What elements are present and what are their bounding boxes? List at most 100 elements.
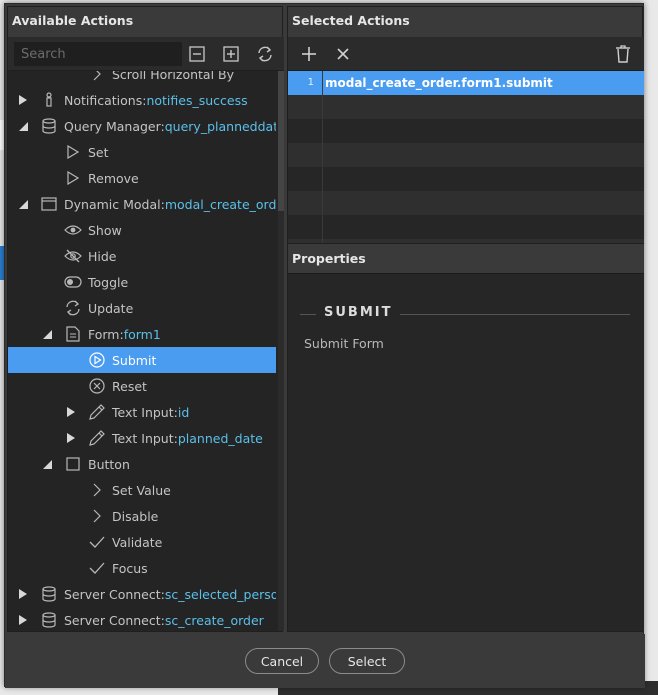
line-number: 1 bbox=[307, 77, 314, 88]
caret-down-icon[interactable] bbox=[40, 327, 54, 341]
tree-item-value: query_planneddate bbox=[164, 118, 276, 134]
chevron-right-icon bbox=[88, 507, 106, 525]
database-icon bbox=[40, 585, 58, 603]
refresh-icon[interactable] bbox=[256, 45, 274, 63]
tree-item[interactable]: Toggle bbox=[8, 269, 276, 295]
caret-right-icon[interactable] bbox=[16, 587, 30, 601]
tree-item-value: form1 bbox=[123, 326, 161, 342]
expand-all-icon[interactable] bbox=[222, 45, 240, 63]
properties-title: Properties bbox=[288, 243, 644, 273]
caret-right-icon[interactable] bbox=[64, 431, 78, 445]
search-input[interactable] bbox=[14, 42, 182, 66]
action-picker-dialog: Available Actions Scroll Horizontal By No… bbox=[4, 3, 645, 688]
tree-item-value: modal_create_order bbox=[164, 196, 276, 212]
available-actions-title: Available Actions bbox=[8, 7, 282, 37]
empty-row bbox=[288, 95, 644, 119]
properties-description: Submit Form bbox=[304, 336, 384, 351]
tree-item-label: Disable bbox=[112, 508, 159, 524]
tree-item[interactable]: Disable bbox=[8, 503, 276, 529]
modal-icon bbox=[40, 195, 58, 213]
selected-actions-pane: Selected Actions 1 modal_create_order.for… bbox=[287, 6, 644, 632]
tree-item-label: Set bbox=[88, 144, 109, 160]
caret-right-icon[interactable] bbox=[16, 93, 30, 107]
add-icon[interactable] bbox=[300, 45, 318, 63]
tree-item[interactable]: Remove bbox=[8, 165, 276, 191]
tree-item-label: Text Input: bbox=[112, 430, 178, 446]
tree-item[interactable]: Set Value bbox=[8, 477, 276, 503]
pencil-icon bbox=[88, 429, 106, 447]
close-circle-icon bbox=[88, 377, 106, 395]
tree-item[interactable]: Text Input: id bbox=[8, 399, 276, 425]
dialog-footer: Cancel Select bbox=[5, 634, 645, 688]
tree-item[interactable]: Text Input: planned_date bbox=[8, 425, 276, 451]
tree-item[interactable]: Reset bbox=[8, 373, 276, 399]
tree-item[interactable]: Set bbox=[8, 139, 276, 165]
pencil-icon bbox=[88, 403, 106, 421]
tree-item-label: Query Manager: bbox=[64, 118, 165, 134]
tree-item[interactable]: Submit bbox=[8, 347, 276, 373]
tree-item-label: Scroll Horizontal By bbox=[112, 71, 235, 82]
tree-item[interactable]: Validate bbox=[8, 529, 276, 555]
toggle-icon bbox=[64, 273, 82, 291]
tree-scrollbar-thumb[interactable] bbox=[278, 71, 284, 211]
properties-heading: SUBMIT bbox=[316, 305, 401, 320]
tree-item[interactable]: Scroll Horizontal By bbox=[8, 71, 276, 87]
tree-item-label: Notifications: bbox=[64, 92, 147, 108]
tree-item[interactable]: Server Connect: sc_selected_person bbox=[8, 581, 276, 607]
tree-item[interactable]: Focus bbox=[8, 555, 276, 581]
selected-action-row[interactable]: 1 modal_create_order.form1.submit bbox=[288, 71, 644, 95]
database-icon bbox=[40, 611, 58, 629]
tree-item-label: Server Connect: bbox=[64, 612, 165, 628]
search-toolbar bbox=[8, 37, 284, 71]
actions-tree: Scroll Horizontal By Notifications: notif… bbox=[8, 71, 278, 631]
chevron-right-icon bbox=[88, 481, 106, 499]
tree-item-label: Show bbox=[88, 222, 122, 238]
caret-down-icon[interactable] bbox=[40, 457, 54, 471]
selected-action-label: modal_create_order.form1.submit bbox=[325, 76, 553, 90]
eye-off-icon bbox=[64, 247, 82, 265]
tree-item[interactable]: Dynamic Modal: modal_create_order bbox=[8, 191, 276, 217]
tree-item-value: id bbox=[177, 404, 190, 420]
play-icon bbox=[64, 143, 82, 161]
tree-item[interactable]: Update bbox=[8, 295, 276, 321]
tree-item-label: Server Connect: bbox=[64, 586, 165, 602]
tree-item-value: notifies_success bbox=[146, 92, 248, 108]
collapse-all-icon[interactable] bbox=[188, 45, 206, 63]
remove-icon[interactable] bbox=[334, 45, 352, 63]
tree-item[interactable]: Server Connect: sc_create_order bbox=[8, 607, 276, 631]
form-icon bbox=[64, 325, 82, 343]
tree-item[interactable]: Query Manager: query_planneddate bbox=[8, 113, 276, 139]
caret-right-icon[interactable] bbox=[16, 613, 30, 627]
check-icon bbox=[88, 533, 106, 551]
tree-item[interactable]: Form: form1 bbox=[8, 321, 276, 347]
available-actions-pane: Available Actions Scroll Horizontal By No… bbox=[7, 6, 284, 632]
tree-item[interactable]: Hide bbox=[8, 243, 276, 269]
tree-item-label: Form: bbox=[88, 326, 124, 342]
caret-down-icon[interactable] bbox=[16, 197, 30, 211]
tree-item-label: Button bbox=[88, 456, 130, 472]
tree-item[interactable]: Notifications: notifies_success bbox=[8, 87, 276, 113]
tree-item-value: planned_date bbox=[177, 430, 263, 446]
cancel-button[interactable]: Cancel bbox=[245, 648, 319, 674]
select-button[interactable]: Select bbox=[329, 648, 405, 674]
tree-item-label: Validate bbox=[112, 534, 163, 550]
checkbox-icon bbox=[64, 455, 82, 473]
tree-item[interactable]: Show bbox=[8, 217, 276, 243]
caret-right-icon[interactable] bbox=[64, 405, 78, 419]
selected-actions-toolbar bbox=[288, 37, 644, 71]
tree-item-label: Remove bbox=[88, 170, 139, 186]
tree-item[interactable]: Button bbox=[8, 451, 276, 477]
trash-icon[interactable] bbox=[614, 45, 632, 63]
caret-down-icon[interactable] bbox=[16, 119, 30, 133]
empty-row bbox=[288, 191, 644, 215]
empty-row bbox=[288, 167, 644, 191]
tree-scrollbar[interactable] bbox=[278, 71, 284, 631]
